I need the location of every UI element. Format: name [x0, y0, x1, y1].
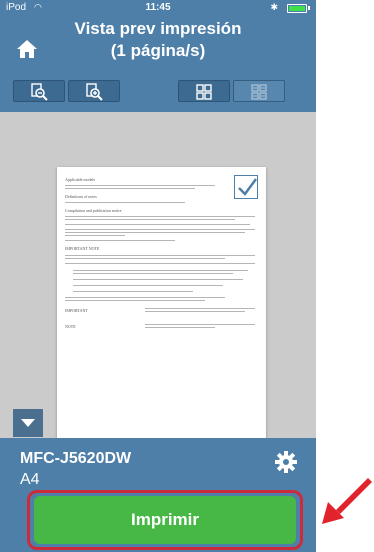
doc-heading-2: Definitions of notes — [65, 194, 97, 199]
page-select-checkbox[interactable] — [234, 175, 258, 199]
layout-single-button[interactable] — [178, 80, 230, 102]
doc-label-important: IMPORTANT — [65, 308, 88, 313]
doc-heading-1: Applicable models — [65, 177, 96, 182]
layout-multi-button[interactable] — [233, 80, 285, 102]
navigation-bar: Vista prev impresión (1 página/s) — [0, 16, 316, 74]
multi-page-icon — [251, 84, 267, 100]
title-line-1: Vista prev impresión — [74, 19, 242, 38]
page-title: Vista prev impresión (1 página/s) — [40, 18, 276, 62]
print-button[interactable]: Imprimir — [34, 496, 296, 544]
doc-heading-3: Compilation and publication notice — [65, 208, 122, 213]
checkmark-icon — [238, 178, 258, 196]
doc-label-note: NOTE — [65, 324, 76, 329]
preview-page[interactable]: Applicable models Definitions of notes C… — [57, 167, 266, 463]
triangle-down-icon — [21, 419, 35, 427]
home-icon[interactable] — [16, 38, 38, 60]
zoom-out-button[interactable] — [13, 80, 65, 102]
zoom-out-icon — [31, 83, 48, 101]
title-line-2: (1 página/s) — [110, 41, 206, 60]
single-page-icon — [196, 84, 212, 100]
zoom-in-icon — [86, 83, 103, 101]
doc-heading-4: IMPORTANT NOTE — [65, 246, 100, 251]
bluetooth-icon: ✱ — [270, 2, 278, 12]
printer-name[interactable]: MFC-J5620DW — [20, 450, 131, 468]
preview-toolbar — [0, 74, 316, 112]
status-time: 11:45 — [145, 2, 171, 13]
paper-size: A4 — [20, 471, 40, 488]
gear-icon[interactable] — [274, 450, 298, 474]
collapse-panel-button[interactable] — [13, 409, 43, 437]
phone-screen: iPod ◠ 11:45 ✱ Vista prev impresión (1 p… — [0, 0, 316, 552]
battery-icon — [287, 4, 307, 13]
pointer-arrow-icon — [322, 478, 372, 524]
status-bar: iPod ◠ 11:45 ✱ — [0, 0, 316, 16]
zoom-in-button[interactable] — [68, 80, 120, 102]
print-preview-area[interactable]: Applicable models Definitions of notes C… — [0, 112, 316, 463]
